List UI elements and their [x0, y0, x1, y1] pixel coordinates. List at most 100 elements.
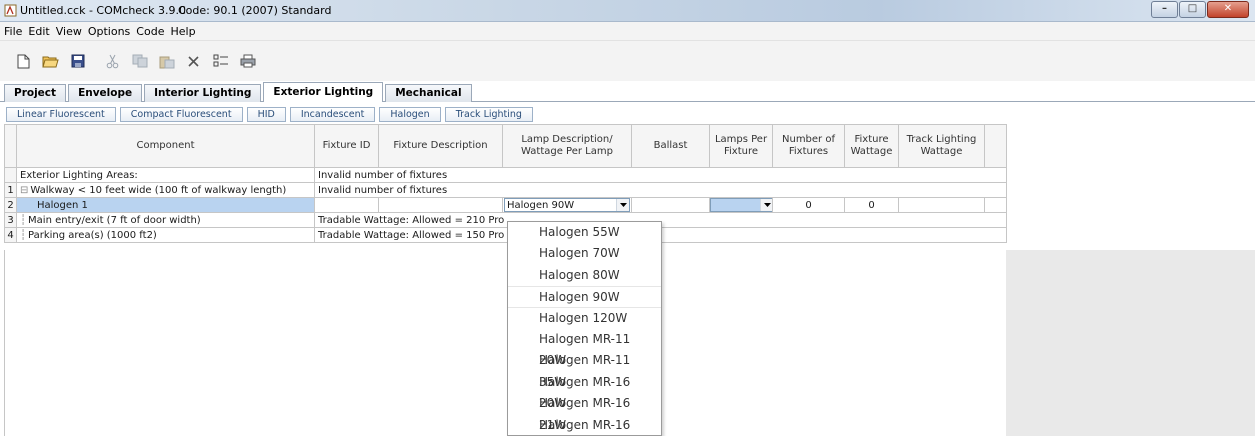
- row-number: 4: [4, 227, 17, 243]
- tree-collapse-icon[interactable]: ⊟: [20, 185, 28, 196]
- status-cell: Invalid number of fixtures: [314, 167, 1007, 183]
- fixture-wattage-cell: 0: [844, 197, 899, 213]
- status-cell: Invalid number of fixtures: [314, 182, 1007, 198]
- subtab-compact-fluorescent[interactable]: Compact Fluorescent: [119, 107, 243, 122]
- dropdown-option[interactable]: Halogen MR-16 20W: [508, 372, 661, 410]
- component-cell[interactable]: Exterior Lighting Areas:: [16, 167, 315, 183]
- header-number-of-fixtures[interactable]: Number of Fixtures: [772, 124, 845, 168]
- subtab-linear-fluorescent[interactable]: Linear Fluorescent: [6, 107, 116, 122]
- header-component[interactable]: Component: [16, 124, 315, 168]
- dropdown-option[interactable]: Halogen 80W: [508, 265, 661, 286]
- copy-button[interactable]: [130, 52, 149, 71]
- table-row[interactable]: 3 ┆ Main entry/exit (7 ft of door width) …: [4, 212, 1007, 228]
- component-cell[interactable]: ┆ Main entry/exit (7 ft of door width): [16, 212, 315, 228]
- component-label: Main entry/exit (7 ft of door width): [28, 214, 201, 226]
- lamps-per-fixture-select[interactable]: [710, 198, 772, 212]
- subtab-hid[interactable]: HID: [246, 107, 286, 122]
- component-cell[interactable]: ⊟ Walkway < 10 feet wide (100 ft of walkw…: [16, 182, 315, 198]
- grid-header-row: Component Fixture ID Fixture Description…: [4, 124, 1007, 168]
- menu-view[interactable]: View: [56, 25, 82, 38]
- component-cell[interactable]: Halogen 1: [16, 197, 315, 213]
- track-lighting-wattage-cell: [898, 197, 985, 213]
- number-of-fixtures-cell[interactable]: 0: [772, 197, 845, 213]
- print-icon: [240, 54, 255, 68]
- lamp-description-cell[interactable]: Halogen 90W: [502, 197, 632, 213]
- dropdown-option[interactable]: Halogen MR-16 21W: [508, 393, 661, 431]
- tab-project[interactable]: Project: [4, 84, 67, 102]
- header-fixture-description[interactable]: Fixture Description: [378, 124, 503, 168]
- menu-bar: File Edit View Options Code Help: [0, 22, 1255, 41]
- grid-empty-area: [4, 250, 1006, 436]
- new-icon: [17, 54, 30, 68]
- table-row[interactable]: Exterior Lighting Areas: Invalid number …: [4, 167, 1007, 183]
- menu-edit[interactable]: Edit: [28, 25, 49, 38]
- lamp-type-tabs: Linear Fluorescent Compact Fluorescent H…: [6, 107, 537, 122]
- menu-help[interactable]: Help: [170, 25, 195, 38]
- close-button[interactable]: ✕: [1207, 1, 1249, 18]
- delete-button[interactable]: [184, 52, 203, 71]
- filler-cell: [984, 197, 1007, 213]
- table-row[interactable]: 4 ┆ Parking area(s) (1000 ft2) Tradable W…: [4, 227, 1007, 243]
- table-row[interactable]: 2 Halogen 1 Halogen 90W 0 0: [4, 197, 1007, 213]
- dropdown-option[interactable]: Halogen 55W: [508, 222, 661, 243]
- tab-envelope[interactable]: Envelope: [68, 84, 143, 102]
- row-number: 2: [4, 197, 17, 213]
- subtab-halogen[interactable]: Halogen: [379, 107, 441, 122]
- dropdown-option[interactable]: Halogen 120W: [508, 308, 661, 329]
- lamps-per-fixture-cell[interactable]: [709, 197, 773, 213]
- fixture-description-cell[interactable]: [378, 197, 503, 213]
- chevron-down-icon[interactable]: [616, 199, 629, 211]
- component-cell[interactable]: ┆ Parking area(s) (1000 ft2): [16, 227, 315, 243]
- dropdown-option[interactable]: Halogen MR-11 20W: [508, 329, 661, 367]
- open-button[interactable]: [41, 52, 60, 71]
- print-button[interactable]: [238, 52, 257, 71]
- menu-options[interactable]: Options: [88, 25, 130, 38]
- maximize-button[interactable]: □: [1179, 1, 1206, 18]
- dropdown-option-selected[interactable]: Halogen 90W: [508, 286, 661, 308]
- subtab-incandescent[interactable]: Incandescent: [289, 107, 376, 122]
- row-number: [4, 167, 17, 183]
- dropdown-option[interactable]: Halogen MR-11 35W: [508, 350, 661, 388]
- row-number: 1: [4, 182, 17, 198]
- ballast-cell[interactable]: [631, 197, 710, 213]
- list-button[interactable]: [211, 52, 230, 71]
- new-button[interactable]: [14, 52, 33, 71]
- tab-exterior-lighting[interactable]: Exterior Lighting: [263, 82, 384, 102]
- maximize-icon: □: [1187, 3, 1198, 14]
- header-filler: [984, 124, 1007, 168]
- lighting-grid: Component Fixture ID Fixture Description…: [4, 124, 1007, 243]
- paste-button[interactable]: [157, 52, 176, 71]
- cut-button[interactable]: [103, 52, 122, 71]
- menu-code[interactable]: Code: [136, 25, 164, 38]
- dropdown-option[interactable]: Halogen MR-16 35W: [508, 415, 661, 435]
- close-icon: ✕: [1223, 3, 1233, 14]
- app-icon: [4, 4, 17, 17]
- open-icon: [42, 56, 59, 68]
- lamp-wattage-value: Halogen 90W: [507, 199, 575, 211]
- header-fixture-id[interactable]: Fixture ID: [314, 124, 379, 168]
- title-bar[interactable]: Untitled.cck - COMcheck 3.9.0 Code: 90.1…: [0, 0, 1255, 22]
- header-fixture-wattage[interactable]: Fixture Wattage: [844, 124, 899, 168]
- toolbar: [0, 41, 1255, 81]
- header-lamp-description[interactable]: Lamp Description/ Wattage Per Lamp: [502, 124, 632, 168]
- menu-file[interactable]: File: [4, 25, 22, 38]
- header-track-lighting-wattage[interactable]: Track Lighting Wattage: [898, 124, 985, 168]
- table-row[interactable]: 1 ⊟ Walkway < 10 feet wide (100 ft of wal…: [4, 182, 1007, 198]
- tree-branch-icon: ┆: [20, 214, 27, 226]
- lamp-wattage-dropdown-list[interactable]: Halogen 55W Halogen 70W Halogen 80W Halo…: [507, 221, 662, 436]
- header-rownum: [4, 124, 17, 168]
- chevron-down-icon[interactable]: [760, 199, 772, 211]
- fixture-id-cell[interactable]: [314, 197, 379, 213]
- header-lamps-per-fixture[interactable]: Lamps Per Fixture: [709, 124, 773, 168]
- subtab-track-lighting[interactable]: Track Lighting: [444, 107, 533, 122]
- save-icon: [71, 54, 84, 68]
- tab-mechanical[interactable]: Mechanical: [385, 84, 472, 102]
- list-icon: [213, 54, 228, 67]
- header-ballast[interactable]: Ballast: [631, 124, 710, 168]
- lamp-wattage-select[interactable]: Halogen 90W: [504, 198, 630, 212]
- tab-interior-lighting[interactable]: Interior Lighting: [144, 84, 262, 102]
- save-button[interactable]: [68, 52, 87, 71]
- cut-icon: [106, 54, 119, 68]
- minimize-button[interactable]: –: [1151, 1, 1178, 18]
- dropdown-option[interactable]: Halogen 70W: [508, 243, 661, 264]
